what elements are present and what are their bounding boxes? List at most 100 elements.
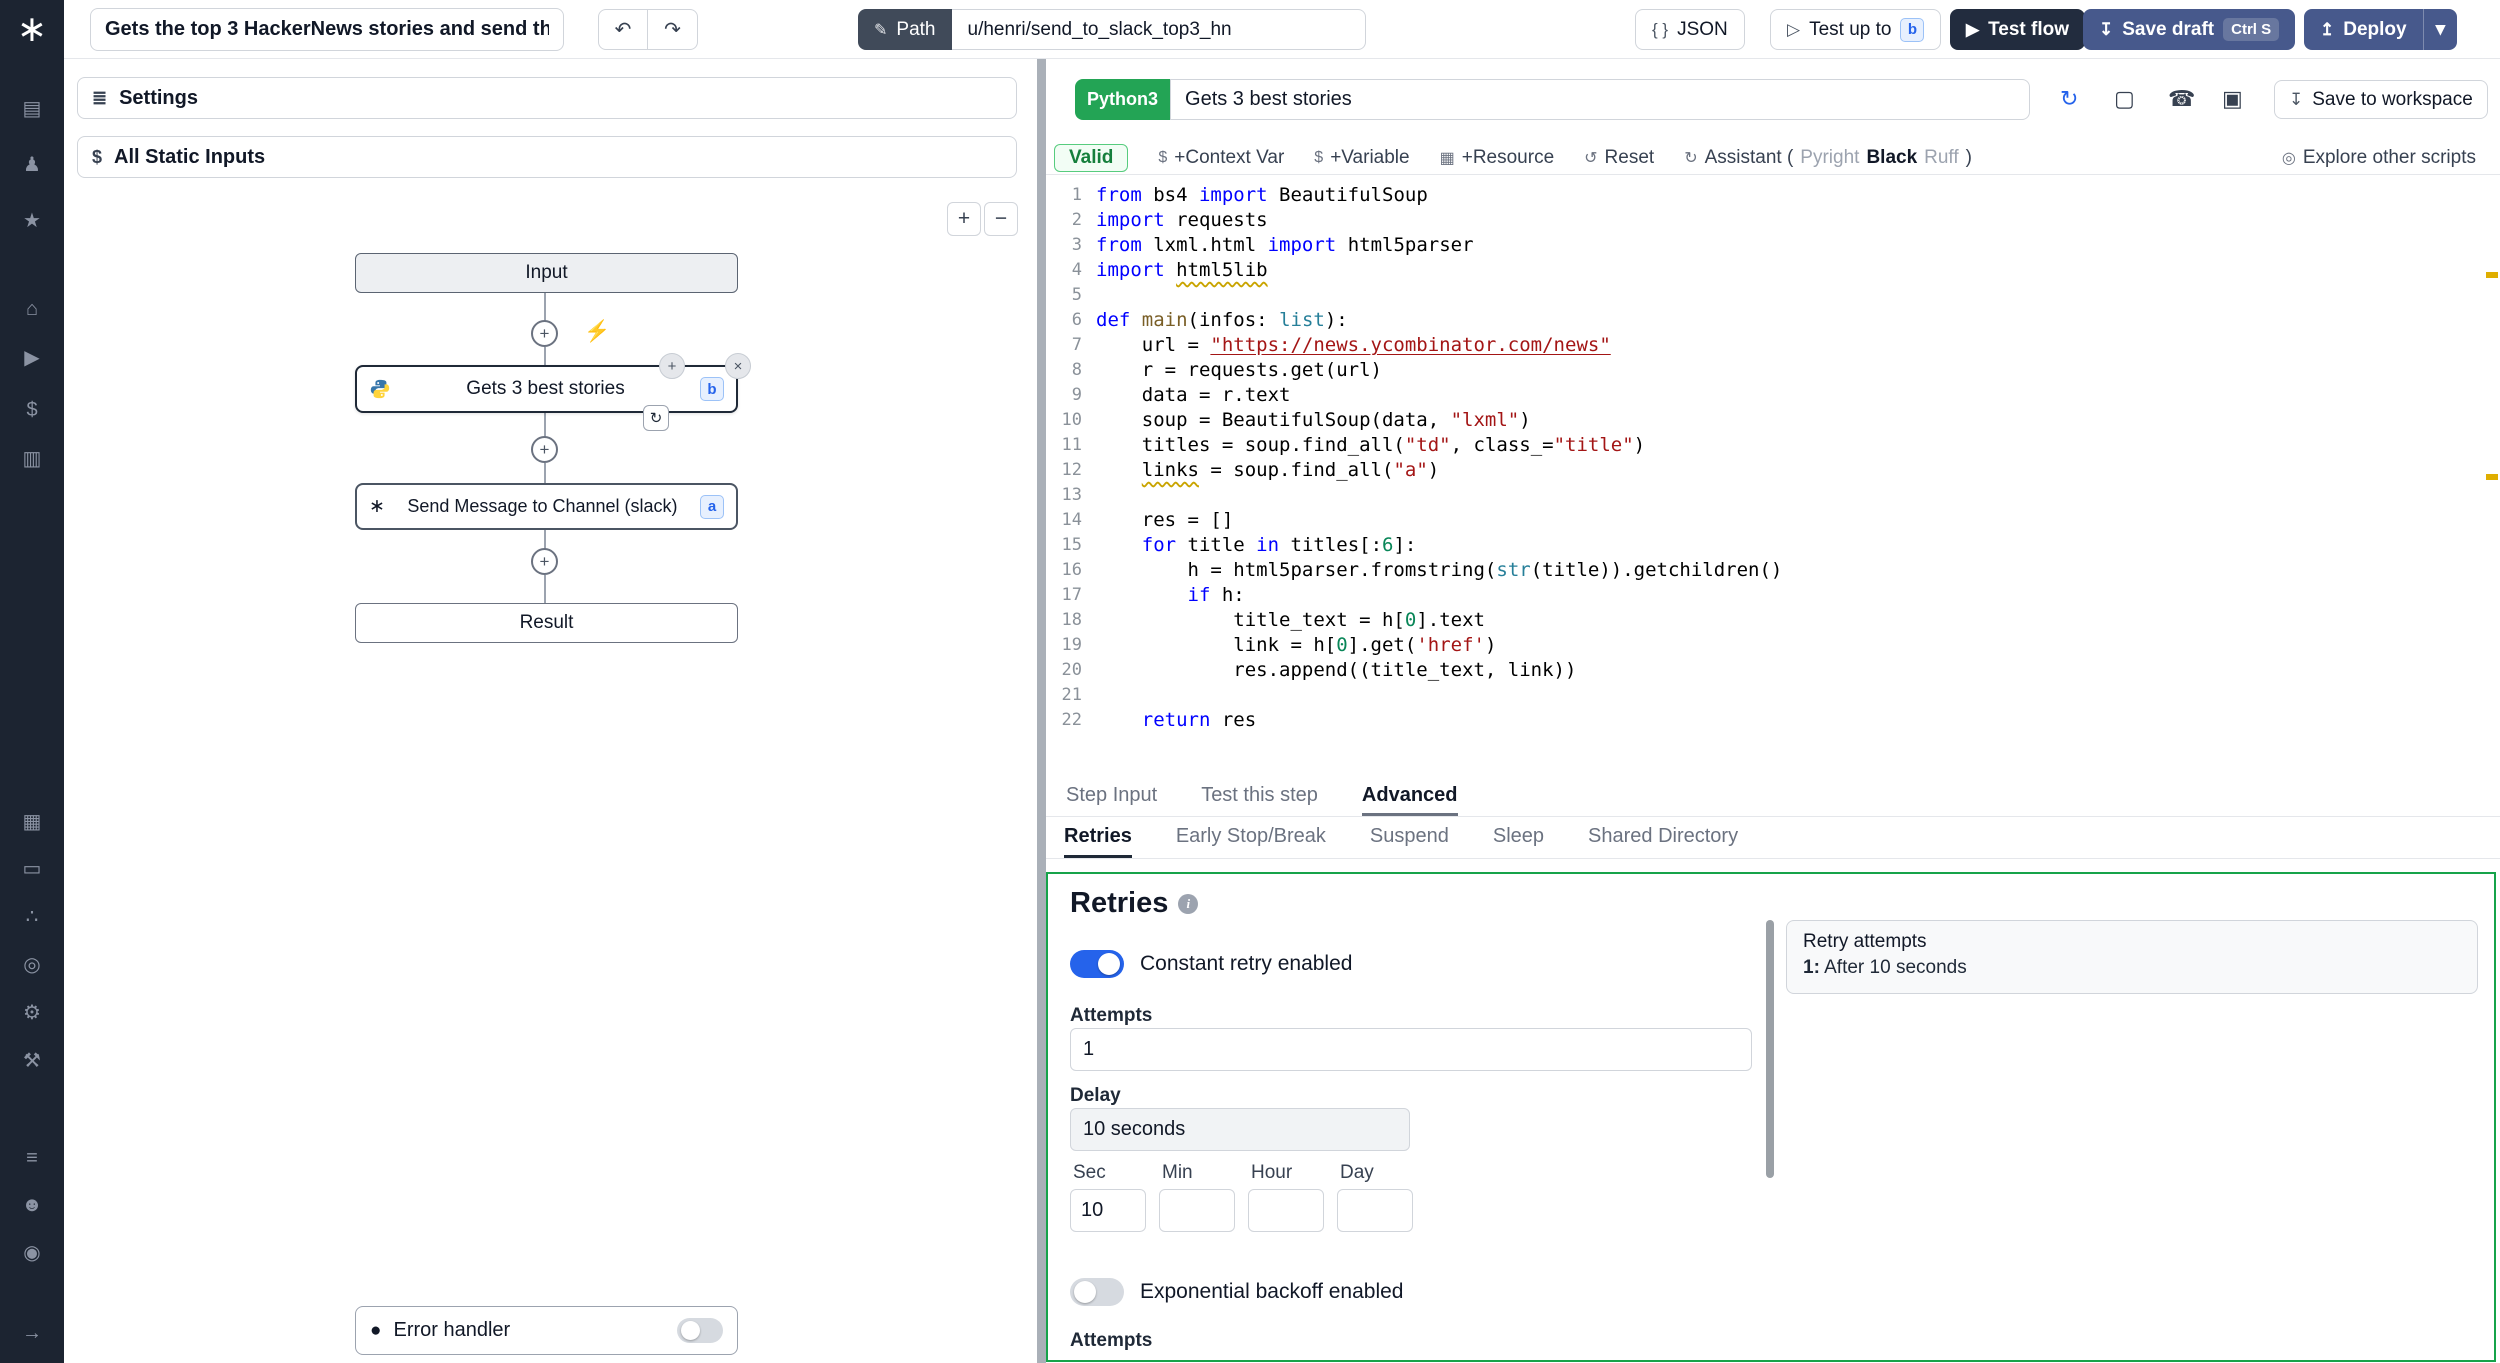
time-hour-input[interactable] [1248,1189,1324,1232]
docs-icon[interactable]: ▤ [0,99,64,119]
error-handler-toggle[interactable] [677,1318,723,1343]
documentation-icon[interactable]: ≡ [0,1148,64,1168]
time-sec-input[interactable] [1070,1189,1146,1232]
box-icon[interactable]: ▢ [2114,86,2135,112]
flow-settings-button[interactable]: ≣ Settings [77,77,1017,119]
tab-test-this-step[interactable]: Test this step [1201,778,1318,816]
move-step-handle[interactable]: + [659,353,685,379]
subtab-early-stop-break[interactable]: Early Stop/Break [1176,817,1326,858]
code-line[interactable]: url = "https://news.ycombinator.com/news… [1096,333,1611,358]
runs-icon[interactable]: ▶ [0,348,64,368]
code-line[interactable]: res.append((title_text, link)) [1096,658,1576,683]
attempts-input[interactable] [1070,1028,1752,1071]
lightning-icon[interactable]: ⚡ [584,320,610,344]
constant-retry-label: Constant retry enabled [1140,952,1353,975]
user-icon[interactable]: ♟ [0,155,64,175]
expand-rail-icon[interactable]: → [0,1323,64,1343]
tab-step-input[interactable]: Step Input [1066,778,1157,816]
add-variable-button[interactable]: $ +Variable [1314,147,1409,169]
workers-icon[interactable]: ⚒ [0,1051,64,1071]
code-line[interactable]: import requests [1096,208,1268,233]
scrollbar-thumb[interactable] [1766,920,1774,1178]
zoom-in-button[interactable]: + [947,202,981,236]
flow-input-node[interactable]: Input [355,253,738,293]
home-icon[interactable]: ⌂ [0,299,64,319]
code-line[interactable]: from lxml.html import html5parser [1096,233,1474,258]
windmill-logo[interactable]: ∗ [0,11,64,47]
retry-attempt-text: After 10 seconds [1819,957,1967,978]
code-line[interactable]: titles = soup.find_all("td", class_="tit… [1096,433,1645,458]
sync-icon[interactable]: ↻ [2060,86,2078,112]
test-up-to-button[interactable]: ▷ Test up to b [1770,9,1942,50]
flow-step-node-a[interactable]: ∗ Send Message to Channel (slack) a [355,483,738,530]
schedules-icon[interactable]: ▦ [0,812,64,832]
info-icon[interactable]: i [1178,893,1199,914]
panel-resize-handle[interactable] [1037,59,1046,1363]
discord-icon[interactable]: ☻ [0,1195,64,1215]
line-number: 11 [1061,435,1082,455]
explore-scripts-button[interactable]: ◎ Explore other scripts [2282,147,2476,169]
groups-icon[interactable]: ∴ [0,907,64,927]
reset-button[interactable]: ↺ Reset [1584,147,1654,169]
code-line[interactable]: h = html5parser.fromstring(str(title)).g… [1096,558,1783,583]
constant-retry-toggle[interactable] [1070,950,1124,978]
flow-name-input[interactable] [90,8,564,51]
test-flow-button[interactable]: ▶ Test flow [1950,9,2086,50]
error-handler-node[interactable]: ● Error handler [355,1306,738,1355]
exponential-backoff-label: Exponential backoff enabled [1140,1280,1404,1303]
path-control[interactable]: ✎ Path u/henri/send_to_slack_top3_hn [858,9,1366,50]
insert-step-button[interactable]: + [531,548,558,575]
workspace-settings-icon[interactable]: ⚙ [0,1003,64,1023]
exponential-backoff-toggle[interactable] [1070,1278,1124,1306]
step-title-input[interactable] [1170,79,2031,120]
save-draft-button[interactable]: ↧ Save draft Ctrl S [2083,9,2296,50]
favorites-icon[interactable]: ★ [0,211,64,231]
line-number: 5 [1071,285,1082,305]
redo-button[interactable]: ↷ [648,9,698,50]
zoom-out-button[interactable]: − [984,202,1018,236]
code-editor[interactable]: 1 2 3 4 5 6 7 8 9 10 11 12 13 14 15 16 17 18 19 20 21 22 from… [1046,175,2486,775]
subtab-suspend[interactable]: Suspend [1370,817,1449,858]
json-button[interactable]: { } JSON [1635,9,1745,50]
undo-button[interactable]: ↶ [598,9,648,50]
assistant-button[interactable]: ↻ Assistant (Pyright Black Ruff) [1684,147,1972,169]
code-line[interactable]: return res [1096,708,1256,733]
add-context-var-button[interactable]: $ +Context Var [1158,147,1284,169]
add-resource-button[interactable]: ▦ +Resource [1440,147,1555,169]
audit-logs-icon[interactable]: ◎ [0,955,64,975]
code-line[interactable]: def main(infos: list): [1096,308,1348,333]
code-line[interactable]: from bs4 import BeautifulSoup [1096,183,1428,208]
code-line[interactable]: links = soup.find_all("a") [1096,458,1439,483]
code-line[interactable]: for title in titles[:6]: [1096,533,1417,558]
phone-icon[interactable]: ☎ [2168,86,2195,112]
insert-step-button[interactable]: + [531,320,558,347]
subtab-retries[interactable]: Retries [1064,817,1132,858]
code-line[interactable]: title_text = h[0].text [1096,608,1485,633]
trigger-icon[interactable]: ▣ [2222,86,2243,112]
subtab-sleep[interactable]: Sleep [1493,817,1544,858]
deploy-caret-button[interactable]: ▾ [2422,9,2458,50]
insert-step-button[interactable]: + [531,436,558,463]
code-line[interactable]: soup = BeautifulSoup(data, "lxml") [1096,408,1531,433]
delay-input[interactable] [1070,1108,1410,1151]
resources-icon[interactable]: ▥ [0,449,64,469]
code-line[interactable]: r = requests.get(url) [1096,358,1382,383]
folders-icon[interactable]: ▭ [0,859,64,879]
code-line[interactable]: import html5lib [1096,258,1268,283]
code-line[interactable]: link = h[0].get('href') [1096,633,1496,658]
save-to-workspace-button[interactable]: ↧ Save to workspace [2274,80,2488,119]
code-line[interactable]: data = r.text [1096,383,1291,408]
code-line[interactable]: if h: [1096,583,1245,608]
delete-step-button[interactable]: × [725,353,751,379]
deploy-button[interactable]: ↥ Deploy [2304,9,2423,50]
tab-advanced[interactable]: Advanced [1361,778,1458,816]
code-line[interactable]: res = [] [1096,508,1234,533]
time-min-input[interactable] [1159,1189,1235,1232]
loop-icon[interactable]: ↻ [643,405,669,431]
flow-result-node[interactable]: Result [355,603,738,643]
subtab-shared-directory[interactable]: Shared Directory [1588,817,1738,858]
variables-icon[interactable]: $ [0,400,64,420]
github-icon[interactable]: ◉ [0,1243,64,1263]
time-day-input[interactable] [1337,1189,1413,1232]
static-inputs-button[interactable]: $ All Static Inputs [77,136,1017,178]
